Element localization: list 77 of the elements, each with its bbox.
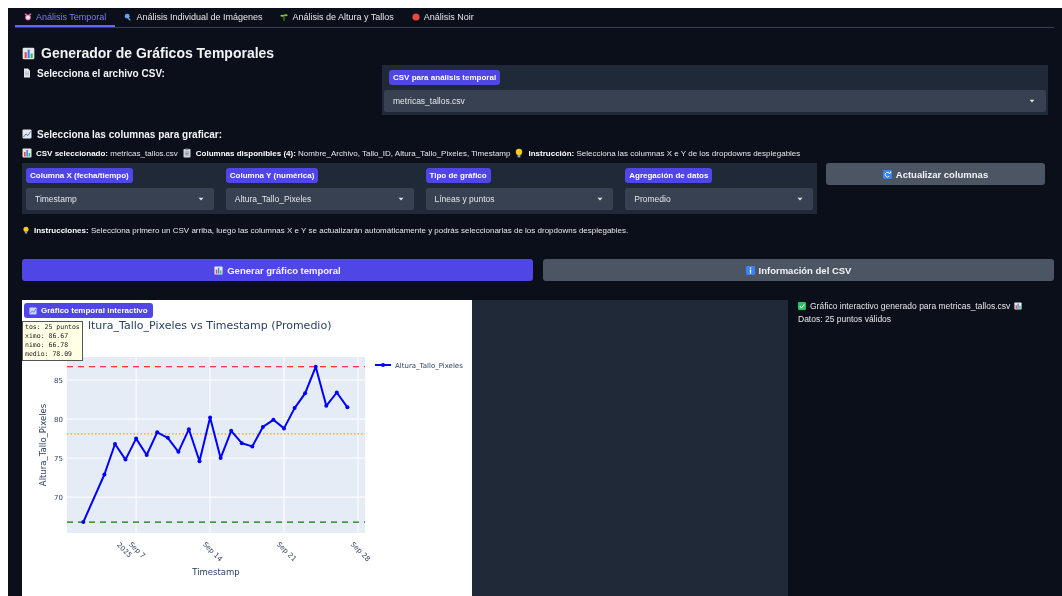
- dropdown[interactable]: Timestamp: [26, 188, 214, 210]
- data-point: [102, 472, 107, 477]
- field-label: Columna X (fecha/tiempo): [26, 168, 133, 183]
- lightbulb-icon: [22, 226, 30, 234]
- bar-chart-icon: [1014, 302, 1023, 310]
- line-chart-icon: [22, 129, 32, 139]
- caret-icon: [396, 195, 405, 203]
- search-icon: [124, 12, 133, 21]
- caret-icon: [196, 195, 205, 203]
- dropdown[interactable]: Líneas y puntos: [425, 188, 614, 210]
- data-point: [313, 364, 318, 369]
- data-point: [345, 405, 350, 410]
- instructions-text: Instrucciones: Selecciona primero un CSV arriba, luego las columnas X e Y se actualizarán automáticamente y podrás seleccionarlas de los dropdowns desplegables.: [34, 225, 629, 235]
- csv-dropdown[interactable]: metricas_tallos.csv: [384, 90, 1046, 112]
- data-point: [303, 391, 308, 396]
- data-point: [271, 417, 276, 422]
- data-point: [229, 428, 234, 433]
- chart-badge: Gráfico temporal interactivo: [24, 303, 153, 318]
- legend-line-icon: [374, 363, 392, 367]
- dropdown[interactable]: Promedio: [625, 188, 813, 210]
- bar-chart-icon: [22, 148, 32, 158]
- data-point: [176, 449, 181, 454]
- info-text: CSV seleccionado: metricas_tallos.csv: [36, 148, 178, 158]
- caret-icon: [596, 195, 605, 203]
- dropdown[interactable]: Altura_Tallo_Pixeles: [225, 188, 414, 210]
- generate-button[interactable]: Generar gráfico temporal: [22, 259, 533, 281]
- section-heading: Selecciona las columnas para graficar:: [37, 128, 223, 140]
- data-point: [208, 415, 213, 420]
- lightbulb-icon: [514, 148, 525, 158]
- page-title: Generador de Gráficos Temporales: [41, 45, 275, 61]
- tab[interactable]: Análisis Temporal: [15, 8, 116, 27]
- info-text: Instrucción: Selecciona las columnas X e Y de los dropdowns desplegables: [528, 148, 801, 158]
- data-point: [250, 444, 255, 449]
- tab[interactable]: Análisis de Altura y Tallos: [271, 8, 403, 27]
- data-point: [282, 426, 286, 431]
- data-point: [123, 457, 128, 462]
- data-point: [81, 520, 86, 525]
- data-point: [260, 424, 265, 429]
- chart-title: ltura_Tallo_Pixeles vs Timestamp (Promedio): [88, 319, 332, 332]
- tab[interactable]: Análisis Noir: [402, 8, 483, 27]
- refresh-icon: [882, 169, 892, 179]
- data-point: [218, 456, 223, 461]
- data-point: [186, 427, 191, 432]
- data-point: [155, 430, 160, 435]
- data-point: [334, 390, 339, 395]
- clipboard-icon: [181, 148, 192, 158]
- caret-icon: [1028, 97, 1036, 105]
- bar-chart-icon: [214, 265, 224, 275]
- bar-chart-icon: [22, 46, 35, 60]
- data-point: [165, 435, 170, 440]
- caret-icon: [796, 195, 804, 203]
- alarm-clock-icon: [24, 12, 32, 21]
- field-label: CSV para análisis temporal: [389, 70, 501, 85]
- field-label: Columna Y (numérica): [225, 168, 319, 183]
- info-button[interactable]: Información del CSV: [543, 259, 1054, 281]
- document-icon: [22, 68, 32, 78]
- field-label: Agregación de datos: [625, 168, 713, 183]
- data-point: [144, 453, 149, 457]
- line-chart-icon: [29, 306, 37, 315]
- data-point: [239, 441, 244, 446]
- data-point: [197, 459, 202, 464]
- y-axis-title: Altura_Tallo_Pixeles: [38, 403, 48, 487]
- circle-icon: [411, 12, 420, 21]
- info-icon: [745, 265, 755, 275]
- x-axis-title: Timestamp: [192, 567, 240, 577]
- data-point: [113, 442, 117, 446]
- refresh-button[interactable]: Actualizar columnas: [826, 163, 1045, 185]
- checkmark-icon: [798, 302, 806, 310]
- data-point: [134, 436, 139, 441]
- field-label: Tipo de gráfico: [425, 168, 491, 183]
- status-text: Datos: 25 puntos válidos: [798, 314, 893, 324]
- data-point: [292, 406, 297, 411]
- info-text: Columnas disponibles (4): Nombre_Archivo, Tallo_ID, Altura_Tallo_Pixeles, Timestamp: [195, 148, 511, 158]
- data-point: [324, 403, 329, 408]
- tab[interactable]: Análisis Individual de Imágenes: [115, 8, 272, 27]
- section-heading: Selecciona el archivo CSV:: [37, 67, 165, 79]
- status-text: Gráfico interactivo generado para metricas_tallos.csv: [810, 301, 1011, 311]
